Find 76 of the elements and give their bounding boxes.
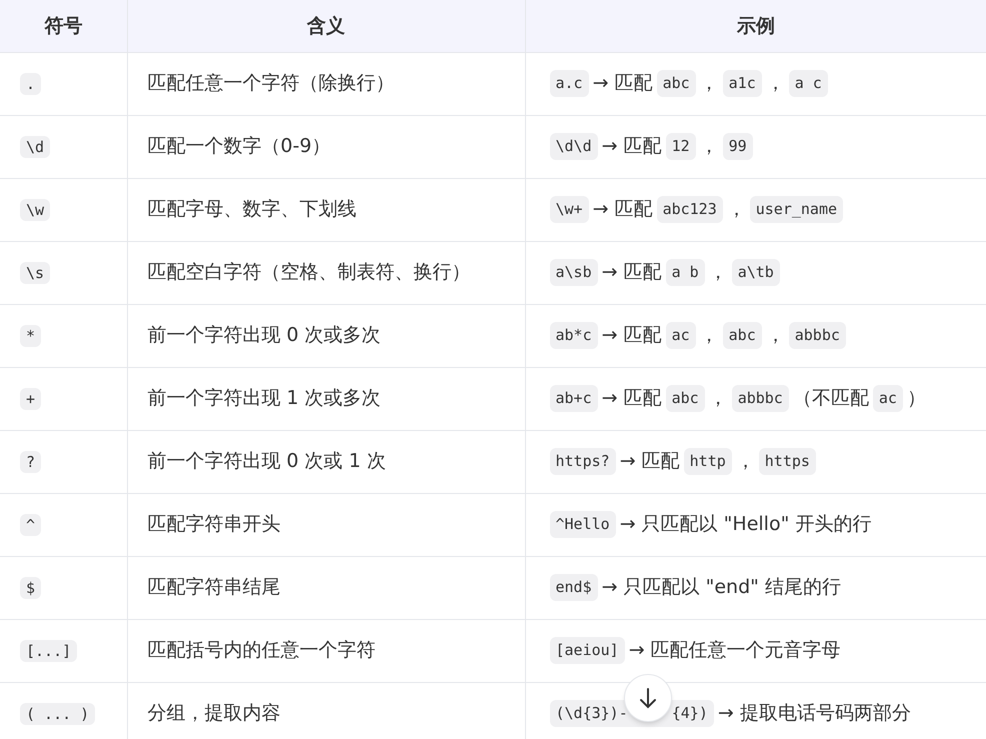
code-snippet: \d: [20, 136, 50, 158]
code-snippet: 12: [666, 133, 696, 160]
meaning-text: 匹配任意一个字符（除换行）: [148, 72, 394, 94]
code-snippet: [aeiou]: [550, 637, 625, 664]
column-header: 含义: [307, 14, 345, 36]
code-snippet: .: [20, 72, 42, 94]
meaning-text: 匹配括号内的任意一个字符: [148, 639, 376, 662]
code-snippet: a.c: [550, 70, 589, 97]
meaning-text: 分组，提取内容: [148, 702, 280, 724]
example-text: → 匹配: [602, 386, 662, 412]
code-snippet: ac: [872, 385, 903, 412]
code-snippet: abc: [722, 322, 762, 349]
code-snippet: $: [20, 576, 42, 598]
example-text: → 匹配: [592, 197, 653, 222]
example-text: → 只匹配以 "Hello" 开头的行: [620, 512, 872, 538]
code-snippet: a b: [666, 259, 705, 286]
code-snippet: 99: [722, 133, 753, 160]
example-text: ，: [700, 134, 719, 160]
example-text: ，: [700, 323, 719, 348]
code-snippet: abc123: [656, 196, 723, 223]
code-snippet: http: [684, 448, 732, 475]
example-text: → 匹配任意一个元音字母: [628, 638, 841, 664]
example-text: ，: [766, 71, 785, 96]
code-snippet: ( ... ): [20, 702, 96, 724]
example-text: → 只匹配以 "end" 结尾的行: [602, 575, 841, 600]
example-text: → 匹配: [602, 323, 662, 348]
column-header: 示例: [736, 14, 775, 36]
code-snippet: user_name: [750, 196, 844, 223]
scroll-down-button[interactable]: [624, 674, 672, 722]
code-snippet: \w: [20, 198, 50, 220]
example-text: → 提取电话号码两部分: [718, 701, 911, 726]
example-text: ，: [708, 386, 728, 412]
meaning-text: 匹配空白字符（空格、制表符、换行）: [148, 261, 470, 284]
code-snippet: ac: [666, 322, 696, 349]
code-snippet: abc: [666, 385, 705, 412]
example-text: ，: [708, 260, 728, 286]
example-text: → 匹配: [602, 260, 662, 286]
code-snippet: ab+c: [550, 385, 598, 412]
code-snippet: https?: [550, 448, 616, 475]
code-snippet: \w+: [550, 196, 589, 223]
example-text: → 匹配: [602, 134, 662, 160]
code-snippet: *: [20, 324, 42, 346]
code-snippet: a c: [788, 70, 828, 97]
example-text: → 匹配: [620, 449, 680, 474]
code-snippet: https: [758, 448, 816, 475]
code-snippet: ^: [20, 514, 42, 536]
code-snippet: ^Hello: [550, 511, 616, 538]
code-snippet: \s: [20, 262, 50, 284]
code-snippet: abc: [656, 70, 696, 97]
example-text: ，: [766, 323, 785, 348]
meaning-text: 匹配字母、数字、下划线: [148, 198, 356, 220]
code-snippet: abbbc: [788, 322, 846, 349]
code-snippet: end$: [550, 574, 598, 601]
code-snippet: \d\d: [550, 133, 598, 160]
meaning-text: 前一个字符出现 0 次或多次: [148, 324, 381, 346]
code-snippet: abbbc: [732, 385, 789, 412]
meaning-text: 匹配一个数字（0-9）: [148, 135, 331, 158]
code-snippet: +: [20, 388, 42, 410]
meaning-text: 前一个字符出现 0 次或 1 次: [148, 450, 386, 472]
column-header: 符号: [44, 14, 82, 36]
meaning-text: 匹配字符串结尾: [148, 576, 280, 598]
arrow-down-icon: [638, 687, 658, 709]
code-snippet: ab*c: [550, 322, 598, 349]
example-text: → 匹配: [592, 71, 653, 96]
code-snippet: a\tb: [732, 259, 780, 286]
example-text: ，: [700, 71, 719, 96]
code-snippet: [...]: [20, 640, 78, 662]
example-text: ，: [736, 449, 755, 474]
code-snippet: ?: [20, 450, 42, 472]
example-text: ，: [726, 197, 746, 222]
meaning-text: 匹配字符串开头: [148, 513, 280, 536]
code-snippet: a1c: [722, 70, 762, 97]
meaning-text: 前一个字符出现 1 次或多次: [148, 387, 381, 410]
code-snippet: a\sb: [550, 259, 598, 286]
example-text: ）: [906, 386, 926, 412]
example-text: （不匹配: [792, 386, 869, 412]
